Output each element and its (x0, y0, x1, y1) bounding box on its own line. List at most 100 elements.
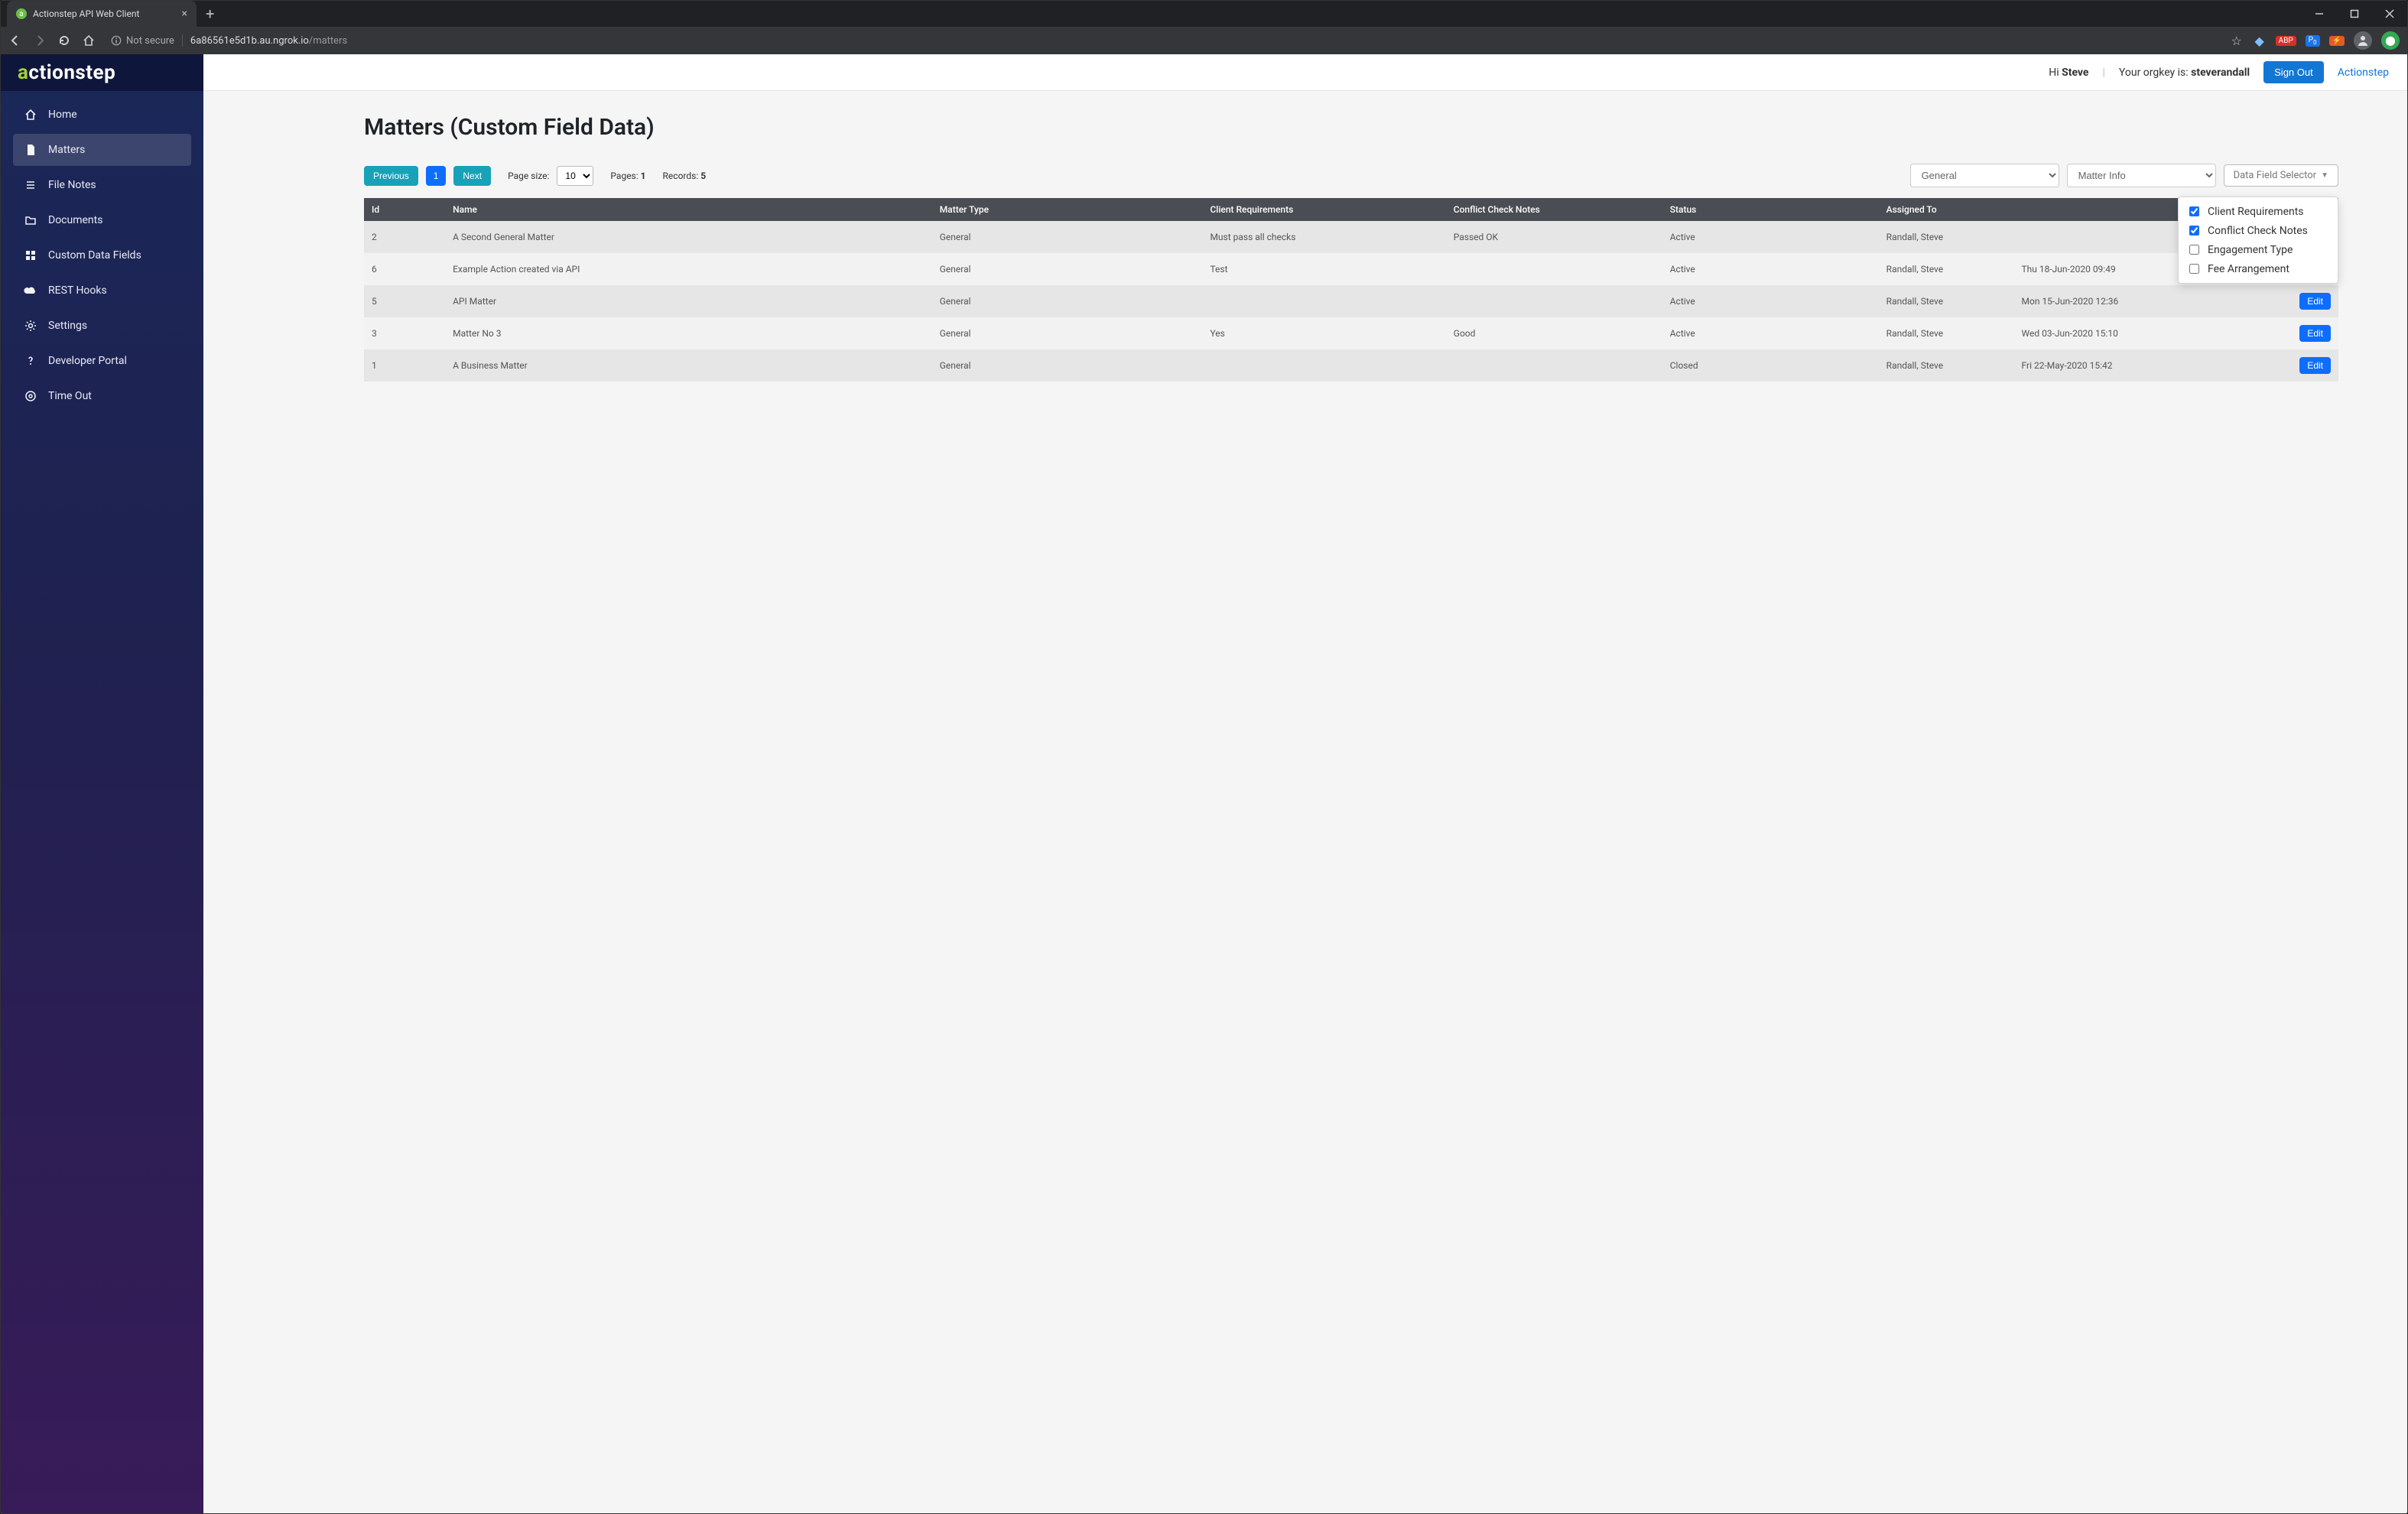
extension-abp-badge[interactable]: ABP (2276, 36, 2296, 46)
page-size-select[interactable]: 10 (557, 166, 593, 186)
checkbox[interactable] (2189, 245, 2199, 255)
brand-link[interactable]: Actionstep (2338, 67, 2389, 79)
sidebar-nav: Home Matters File Notes Documents Custom… (1, 91, 203, 420)
cell-name: API Matter (445, 285, 932, 317)
bookmark-star-icon[interactable]: ☆ (2230, 34, 2244, 47)
browser-tab-strip: a Actionstep API Web Client × + (1, 1, 2407, 27)
security-status[interactable]: Not secure (111, 35, 174, 47)
filter-select-matter-info[interactable]: Matter Info (2067, 164, 2216, 187)
tab-title: Actionstep API Web Client (33, 8, 139, 19)
checkbox[interactable] (2189, 264, 2199, 274)
previous-button[interactable]: Previous (364, 166, 418, 186)
browser-tab[interactable]: a Actionstep API Web Client × (7, 1, 197, 27)
nav-reload-icon[interactable] (57, 34, 71, 47)
cell-assigned: Randall, Steve (1879, 317, 2014, 349)
table-row[interactable]: 6Example Action created via APIGeneralTe… (364, 253, 2338, 285)
table-row[interactable]: 2A Second General MatterGeneralMust pass… (364, 221, 2338, 253)
sidebar-item-home[interactable]: Home (13, 99, 191, 131)
th-status[interactable]: Status (1662, 198, 1879, 221)
cell-matter-type: General (932, 253, 1203, 285)
sidebar-item-time-out[interactable]: Time Out (13, 380, 191, 412)
th-matter-type[interactable]: Matter Type (932, 198, 1203, 221)
th-client-req[interactable]: Client Requirements (1202, 198, 1445, 221)
field-selector-option[interactable]: Conflict Check Notes (2186, 221, 2330, 240)
page-size-label: Page size: (508, 171, 549, 181)
cell-date: Mon 15-Jun-2020 12:36 (2014, 285, 2257, 317)
cell-conflict: Passed OK (1446, 221, 1662, 253)
sidebar-item-rest-hooks[interactable]: REST Hooks (13, 275, 191, 307)
filter-select-general[interactable]: General (1910, 164, 2059, 187)
edit-button[interactable]: Edit (2299, 357, 2331, 374)
main-content: Hi Steve | Your orgkey is: steverandall … (203, 54, 2407, 1513)
cell-assigned: Randall, Steve (1879, 349, 2014, 382)
sidebar-item-custom-data-fields[interactable]: Custom Data Fields (13, 239, 191, 271)
orgkey: Your orgkey is: steverandall (2119, 67, 2250, 79)
edit-button[interactable]: Edit (2299, 325, 2331, 342)
new-tab-button[interactable]: + (206, 5, 214, 23)
window-minimize-icon[interactable] (2302, 1, 2337, 27)
cell-date: Fri 22-May-2020 15:42 (2014, 349, 2257, 382)
cell-status: Active (1662, 221, 1879, 253)
sidebar-item-developer-portal[interactable]: Developer Portal (13, 345, 191, 377)
address-bar[interactable]: Not secure 6a86561e5d1b.au.ngrok.io/matt… (106, 34, 2219, 47)
field-selector-option[interactable]: Fee Arrangement (2186, 259, 2330, 278)
extension-badge[interactable]: ⚡ (2329, 36, 2345, 46)
checkbox[interactable] (2189, 206, 2199, 216)
checkbox[interactable] (2189, 226, 2199, 236)
cell-name: Matter No 3 (445, 317, 932, 349)
next-button[interactable]: Next (453, 166, 491, 186)
th-assigned[interactable]: Assigned To (1879, 198, 2014, 221)
th-id[interactable]: Id (364, 198, 445, 221)
close-tab-icon[interactable]: × (182, 8, 187, 20)
browser-toolbar: Not secure 6a86561e5d1b.au.ngrok.io/matt… (1, 27, 2407, 54)
cell-client-req: Yes (1202, 317, 1445, 349)
cell-date: Wed 03-Jun-2020 15:10 (2014, 317, 2257, 349)
cell-client-req (1202, 349, 1445, 382)
secondary-avatar-icon[interactable]: ⬤ (2381, 31, 2400, 50)
nav-back-icon[interactable] (8, 34, 22, 47)
extension-pip-badge[interactable]: P0 (2306, 35, 2320, 47)
data-field-selector-label: Data Field Selector (2234, 170, 2317, 181)
sidebar-item-matters[interactable]: Matters (13, 134, 191, 166)
table-row[interactable]: 3Matter No 3GeneralYesGoodActiveRandall,… (364, 317, 2338, 349)
question-icon (24, 354, 37, 368)
pages-label: Pages: 1 (610, 171, 645, 181)
cell-id: 6 (364, 253, 445, 285)
sidebar-item-settings[interactable]: Settings (13, 310, 191, 342)
data-field-selector-panel[interactable]: Client Requirements Conflict Check Notes… (2178, 197, 2338, 284)
topbar: Hi Steve | Your orgkey is: steverandall … (203, 54, 2407, 91)
window-maximize-icon[interactable] (2337, 1, 2372, 27)
cell-name: Example Action created via API (445, 253, 932, 285)
th-name[interactable]: Name (445, 198, 932, 221)
sign-out-button[interactable]: Sign Out (2263, 61, 2324, 83)
cell-conflict (1446, 285, 1662, 317)
cell-client-req (1202, 285, 1445, 317)
list-icon (24, 178, 37, 192)
page-1-button[interactable]: 1 (426, 166, 447, 186)
gear-icon (24, 319, 37, 333)
sidebar-item-file-notes[interactable]: File Notes (13, 169, 191, 201)
sidebar-item-documents[interactable]: Documents (13, 204, 191, 236)
cell-name: A Business Matter (445, 349, 932, 382)
sidebar-item-label: Developer Portal (48, 355, 127, 367)
field-selector-option[interactable]: Client Requirements (2186, 202, 2330, 221)
nav-home-icon[interactable] (82, 34, 96, 47)
profile-avatar-icon[interactable] (2354, 31, 2372, 50)
cell-id: 1 (364, 349, 445, 382)
table-row[interactable]: 5API MatterGeneralActiveRandall, SteveMo… (364, 285, 2338, 317)
page-title: Matters (Custom Field Data) (364, 114, 2338, 141)
edit-button[interactable]: Edit (2299, 293, 2331, 310)
window-close-icon[interactable] (2372, 1, 2407, 27)
data-field-selector-button[interactable]: Data Field Selector ▼ (2224, 164, 2338, 187)
brand-logo[interactable]: actionstep (1, 54, 203, 91)
diamond-icon[interactable]: ◆ (2253, 34, 2267, 47)
nav-forward-icon[interactable] (33, 34, 47, 47)
cell-client-req: Test (1202, 253, 1445, 285)
table-row[interactable]: 1A Business MatterGeneralClosedRandall, … (364, 349, 2338, 382)
option-label: Engagement Type (2208, 244, 2293, 256)
th-conflict[interactable]: Conflict Check Notes (1446, 198, 1662, 221)
field-selector-option[interactable]: Engagement Type (2186, 240, 2330, 259)
info-icon (111, 35, 122, 46)
cell-matter-type: General (932, 285, 1203, 317)
cell-status: Active (1662, 317, 1879, 349)
